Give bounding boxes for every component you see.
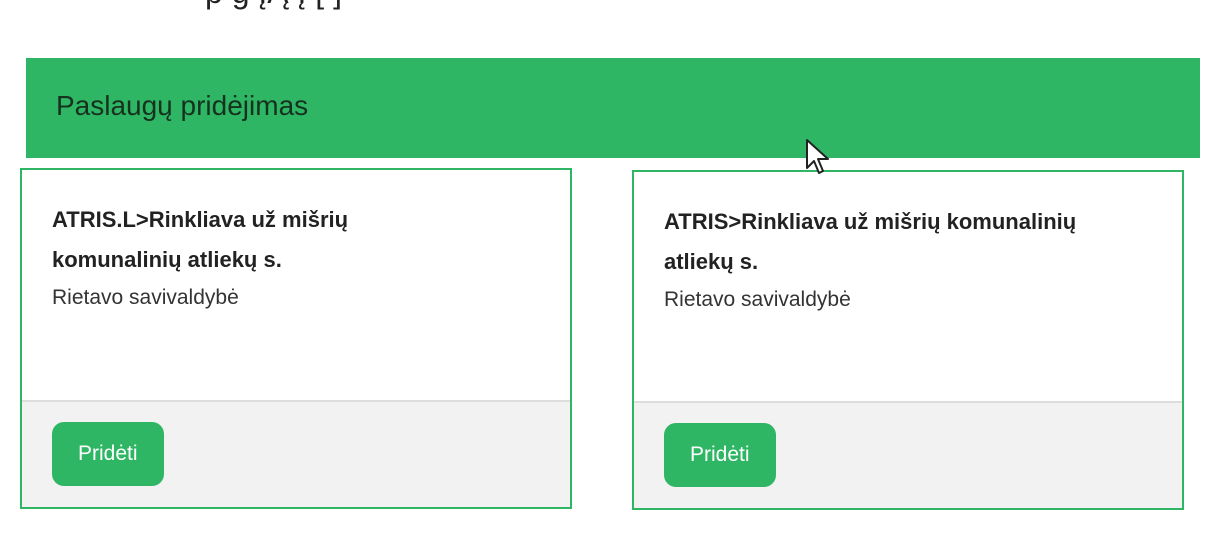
section-header: Paslaugų pridėjimas [26, 58, 1200, 158]
card-footer: Pridėti [22, 400, 570, 507]
add-service-button[interactable]: Pridėti [664, 423, 776, 487]
municipality-label: Rietavo savivaldybė [52, 286, 239, 309]
add-service-button[interactable]: Pridėti [52, 422, 164, 486]
cropped-top-text: p g ĮĄ Į [ ] [205, 0, 342, 11]
card-body: ATRIS.L>Rinkliava už mišrių komunalinių … [22, 170, 570, 402]
municipality-label: Rietavo savivaldybė [664, 288, 851, 311]
card-footer: Pridėti [634, 401, 1182, 508]
mouse-pointer-icon [806, 139, 829, 174]
service-title: ATRIS.L>Rinkliava už mišrių komunalinių … [52, 207, 349, 272]
service-title: ATRIS>Rinkliava už mišrių komunalinių at… [664, 209, 1077, 274]
service-card: ATRIS>Rinkliava už mišrių komunalinių at… [632, 170, 1184, 510]
section-title: Paslaugų pridėjimas [56, 90, 309, 121]
card-body: ATRIS>Rinkliava už mišrių komunalinių at… [634, 172, 1182, 404]
service-card: ATRIS.L>Rinkliava už mišrių komunalinių … [20, 168, 572, 509]
